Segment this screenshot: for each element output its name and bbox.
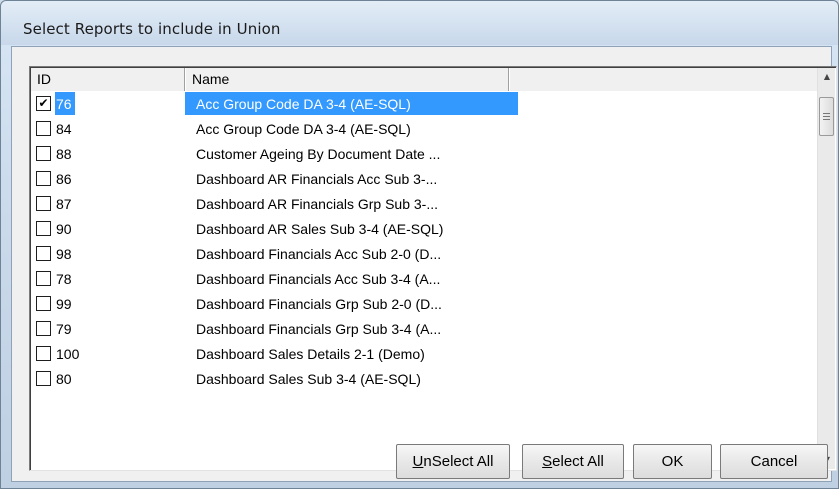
- unselect-all-accel: U: [412, 453, 424, 470]
- row-id: 80: [56, 371, 72, 387]
- row-name: Dashboard Sales Details 2-1 (Demo): [196, 346, 425, 362]
- unselect-all-button[interactable]: UnSelect All: [396, 444, 510, 479]
- row-name: Dashboard AR Sales Sub 3-4 (AE-SQL): [196, 221, 444, 237]
- row-name: Dashboard Sales Sub 3-4 (AE-SQL): [196, 371, 421, 387]
- unselect-all-label: nSelect All: [423, 453, 494, 470]
- list-item[interactable]: 84 Acc Group Code DA 3-4 (AE-SQL): [31, 117, 817, 142]
- up-arrow-icon[interactable]: ▲: [818, 68, 836, 86]
- select-all-accel: S: [542, 453, 553, 470]
- list-header: ID Name: [31, 68, 817, 91]
- row-name: Dashboard AR Financials Acc Sub 3-...: [196, 171, 438, 187]
- list-item[interactable]: 80 Dashboard Sales Sub 3-4 (AE-SQL): [31, 367, 817, 392]
- list-item[interactable]: ✔ 76 Acc Group Code DA 3-4 (AE-SQL): [31, 92, 817, 117]
- row-checkbox[interactable]: ✔: [36, 96, 51, 111]
- row-name: Dashboard Financials Grp Sub 3-4 (A...: [196, 321, 442, 337]
- row-id: 87: [56, 196, 72, 212]
- title-bar[interactable]: Select Reports to include in Union: [1, 1, 838, 45]
- row-name: Acc Group Code DA 3-4 (AE-SQL): [185, 92, 518, 115]
- row-checkbox[interactable]: [36, 296, 51, 311]
- row-checkbox[interactable]: [36, 196, 51, 211]
- row-name: Dashboard Financials Acc Sub 3-4 (A...: [196, 271, 441, 287]
- list-item[interactable]: 87 Dashboard AR Financials Grp Sub 3-...: [31, 192, 817, 217]
- list-item[interactable]: 86 Dashboard AR Financials Acc Sub 3-...: [31, 167, 817, 192]
- row-id: 86: [56, 171, 72, 187]
- row-name: Dashboard Financials Grp Sub 2-0 (D...: [196, 296, 442, 312]
- row-checkbox[interactable]: [36, 271, 51, 286]
- row-id: 76: [55, 92, 75, 115]
- row-id: 78: [56, 271, 72, 287]
- row-id: 99: [56, 296, 72, 312]
- list-item[interactable]: 79 Dashboard Financials Grp Sub 3-4 (A...: [31, 317, 817, 342]
- scrollbar-thumb[interactable]: [819, 97, 834, 136]
- report-union-dialog: Select Reports to include in Union ID Na…: [0, 0, 839, 489]
- row-name: Customer Ageing By Document Date ...: [196, 146, 441, 162]
- row-checkbox[interactable]: [36, 321, 51, 336]
- list-item[interactable]: 98 Dashboard Financials Acc Sub 2-0 (D...: [31, 242, 817, 267]
- list-item[interactable]: 99 Dashboard Financials Grp Sub 2-0 (D...: [31, 292, 817, 317]
- column-header-filler: [510, 68, 817, 91]
- list-item[interactable]: 90 Dashboard AR Sales Sub 3-4 (AE-SQL): [31, 217, 817, 242]
- column-header-id[interactable]: ID: [31, 68, 185, 91]
- row-checkbox[interactable]: [36, 171, 51, 186]
- vertical-scrollbar[interactable]: ▲ ▼: [817, 68, 835, 469]
- dialog-body: ID Name ✔ 76 Acc Group Code DA 3-4 (AE-SQL…: [11, 46, 837, 482]
- ok-button[interactable]: OK: [633, 444, 712, 479]
- row-checkbox[interactable]: [36, 221, 51, 236]
- list-rows: ✔ 76 Acc Group Code DA 3-4 (AE-SQL) 84 Acc G…: [31, 92, 817, 392]
- row-name: Dashboard Financials Acc Sub 2-0 (D...: [196, 246, 442, 262]
- row-checkbox[interactable]: [36, 146, 51, 161]
- row-id: 98: [56, 246, 72, 262]
- list-item[interactable]: 100 Dashboard Sales Details 2-1 (Demo): [31, 342, 817, 367]
- row-name: Acc Group Code DA 3-4 (AE-SQL): [196, 121, 411, 137]
- row-id: 84: [56, 121, 72, 137]
- row-checkbox[interactable]: [36, 346, 51, 361]
- select-all-label: elect All: [552, 453, 604, 470]
- column-header-name[interactable]: Name: [186, 68, 509, 91]
- row-name: Dashboard AR Financials Grp Sub 3-...: [196, 196, 439, 212]
- list-item[interactable]: 88 Customer Ageing By Document Date ...: [31, 142, 817, 167]
- row-checkbox[interactable]: [36, 121, 51, 136]
- row-checkbox[interactable]: [36, 246, 51, 261]
- report-list[interactable]: ID Name ✔ 76 Acc Group Code DA 3-4 (AE-SQL…: [29, 66, 837, 471]
- cancel-button[interactable]: Cancel: [720, 444, 828, 479]
- select-all-button[interactable]: Select All: [522, 444, 624, 479]
- row-id: 88: [56, 146, 72, 162]
- row-id: 90: [56, 221, 72, 237]
- row-checkbox[interactable]: [36, 371, 51, 386]
- row-id: 79: [56, 321, 72, 337]
- list-item[interactable]: 78 Dashboard Financials Acc Sub 3-4 (A...: [31, 267, 817, 292]
- row-id: 100: [56, 346, 80, 362]
- dialog-title: Select Reports to include in Union: [23, 20, 281, 38]
